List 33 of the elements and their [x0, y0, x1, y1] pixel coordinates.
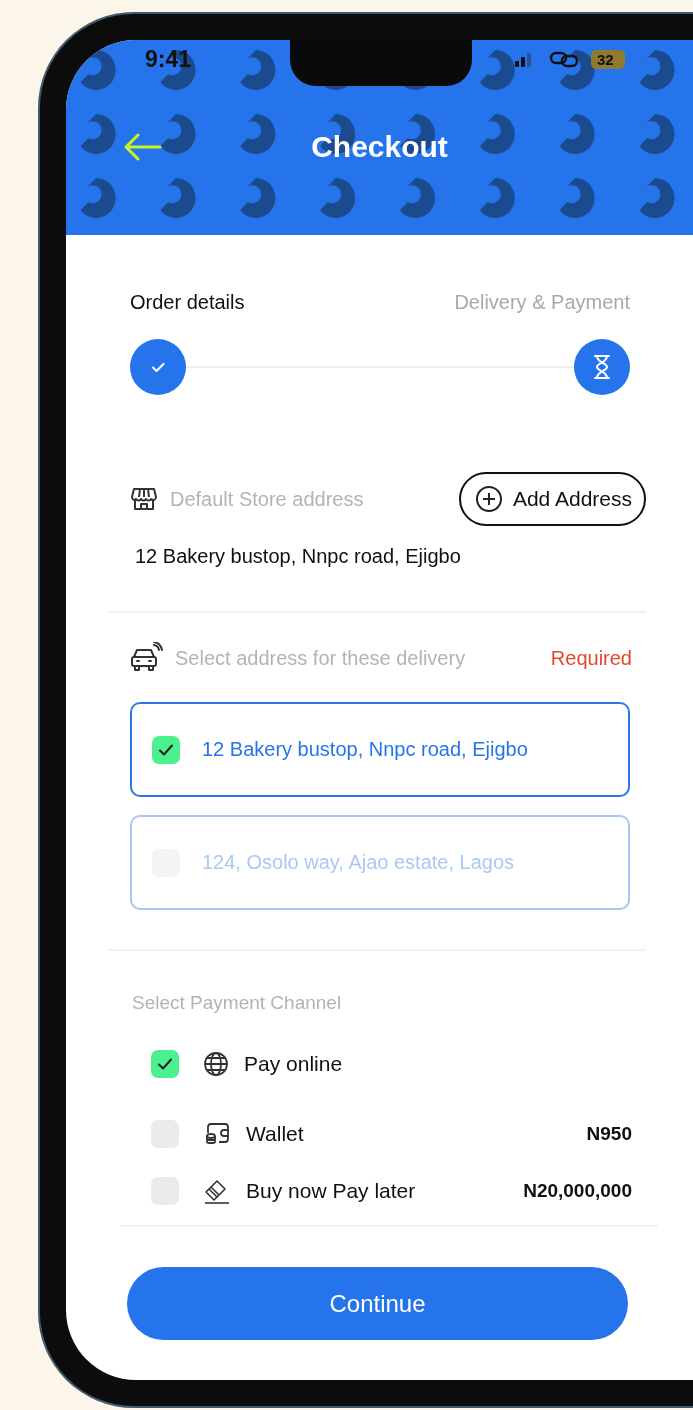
payment-option[interactable]: Pay online [130, 1050, 632, 1078]
address-option[interactable]: 12 Bakery bustop, Nnpc road, Ejigbo [130, 702, 630, 797]
link-icon [549, 50, 579, 68]
payment-label: Pay online [244, 1052, 344, 1076]
plus-icon [474, 485, 503, 513]
payment-label: Wallet [246, 1122, 305, 1146]
address-text: 124, Osolo way, Ajao estate, Lagos [202, 851, 515, 874]
payment-amount: N20,000,000 [523, 1180, 632, 1202]
globe-icon [203, 1051, 229, 1077]
store-address-text: 12 Bakery bustop, Nnpc road, Ejigbo [135, 544, 462, 568]
store-icon [130, 485, 158, 513]
payment-option[interactable]: Wallet N950 [130, 1120, 632, 1148]
required-label: Required [550, 646, 632, 670]
car-icon [129, 642, 163, 674]
back-button[interactable] [122, 132, 162, 162]
checkbox[interactable] [152, 735, 180, 764]
payment-option[interactable]: Buy now Pay later N20,000,000 [130, 1177, 632, 1205]
hourglass-icon [591, 353, 613, 381]
checkbox[interactable] [151, 1050, 179, 1078]
step-label: Delivery & Payment [454, 290, 630, 314]
address-text: 12 Bakery bustop, Nnpc road, Ejigbo [202, 738, 528, 761]
step-label: Order details [130, 290, 245, 314]
status-time: 9:41 [145, 45, 193, 73]
payment-label: Buy now Pay later [246, 1179, 417, 1203]
card-icon [203, 1177, 231, 1205]
payment-amount: N950 [586, 1123, 632, 1145]
payment-heading: Select Payment Channel [132, 991, 343, 1015]
page-title: Checkout [310, 130, 449, 164]
wallet-icon [203, 1121, 231, 1147]
continue-button[interactable]: Continue [127, 1267, 628, 1340]
add-address-button[interactable]: Add Address [458, 472, 646, 526]
store-address-label: Default Store address [170, 487, 365, 511]
delivery-address-label: Select address for these delivery [175, 646, 467, 670]
